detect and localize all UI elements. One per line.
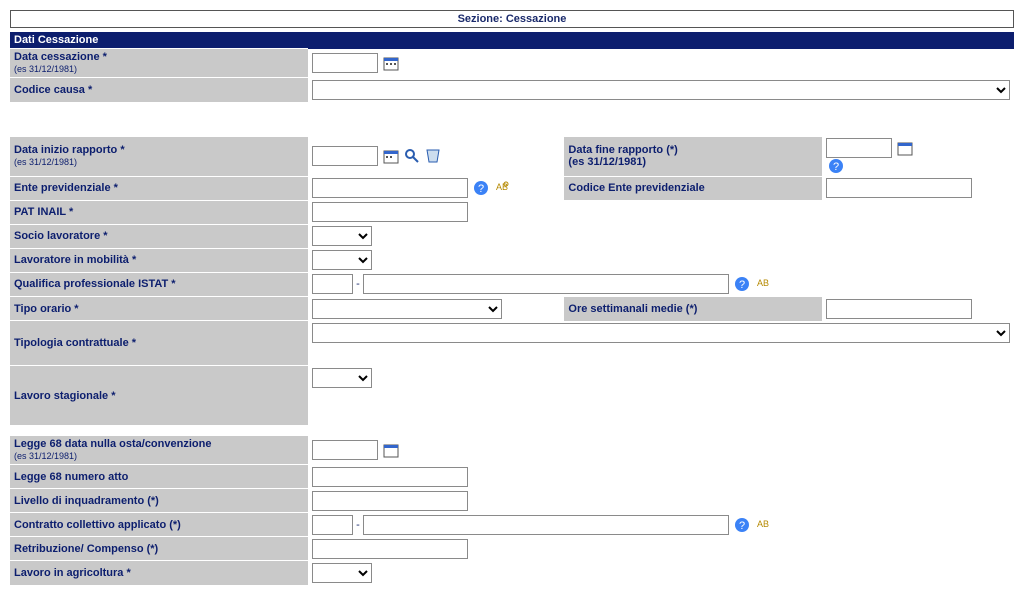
calendar-icon[interactable] — [897, 140, 913, 156]
label-hint: (es 31/12/1981) — [14, 64, 77, 74]
data-cessazione-input[interactable] — [312, 53, 378, 73]
label-data-inizio: Data inizio rapporto * (es 31/12/1981) — [10, 136, 308, 176]
qualifica-desc-input[interactable] — [363, 274, 729, 294]
codice-ente-prev-input[interactable] — [826, 178, 972, 198]
qualifica-code-input[interactable] — [312, 274, 353, 294]
label-contratto: Contratto collettivo applicato (*) — [10, 513, 308, 537]
label-codice-ente-prev: Codice Ente previdenziale — [564, 176, 822, 200]
tipologia-select[interactable] — [312, 323, 1010, 343]
label-pat-inail: PAT INAIL * — [10, 200, 308, 224]
svg-text:B: B — [763, 278, 769, 288]
spell-icon[interactable]: AB — [755, 517, 771, 533]
label-mobilita: Lavoratore in mobilità * — [10, 248, 308, 272]
calendar-icon[interactable] — [383, 148, 399, 164]
data-inizio-input[interactable] — [312, 146, 378, 166]
svg-text:B: B — [763, 519, 769, 529]
livello-input[interactable] — [312, 491, 468, 511]
search-icon[interactable] — [404, 148, 420, 164]
label-hint: (es 31/12/1981) — [14, 451, 77, 461]
ore-sett-input[interactable] — [826, 299, 972, 319]
svg-text:?: ? — [833, 161, 839, 173]
pat-inail-input[interactable] — [312, 202, 468, 222]
contratto-desc-input[interactable] — [363, 515, 729, 535]
form-table: Dati Cessazione Data cessazione * (es 31… — [10, 32, 1014, 585]
label-agricoltura: Lavoro in agricoltura * — [10, 561, 308, 585]
separator-dash: - — [356, 278, 360, 290]
label-legge68-data: Legge 68 data nulla osta/convenzione (es… — [10, 436, 308, 465]
label-codice-causa: Codice causa * — [10, 78, 308, 102]
label-tipologia: Tipologia contrattuale * — [10, 321, 308, 366]
label-qualifica: Qualifica professionale ISTAT * — [10, 272, 308, 297]
label-hint: (es 31/12/1981) — [568, 156, 646, 168]
help-icon[interactable]: ? — [734, 276, 750, 292]
section-title: Sezione: Cessazione — [10, 10, 1014, 28]
calendar-icon[interactable] — [383, 55, 399, 71]
codice-causa-select[interactable] — [312, 80, 1010, 100]
svg-text:?: ? — [478, 183, 484, 195]
label-text: Data inizio rapporto * — [14, 144, 125, 156]
legge68-data-input[interactable] — [312, 440, 378, 460]
calendar-icon[interactable] — [383, 442, 399, 458]
label-tipo-orario: Tipo orario * — [10, 297, 308, 321]
stagionale-select[interactable] — [312, 368, 372, 388]
socio-select[interactable] — [312, 226, 372, 246]
separator-dash: - — [356, 519, 360, 531]
label-data-cessazione: Data cessazione * (es 31/12/1981) — [10, 49, 308, 78]
svg-text:?: ? — [739, 520, 745, 532]
spell-icon[interactable]: AB — [494, 180, 510, 196]
data-fine-input[interactable] — [826, 138, 892, 158]
agricoltura-select[interactable] — [312, 563, 372, 583]
retribuzione-input[interactable] — [312, 539, 468, 559]
help-icon[interactable]: ? — [473, 180, 489, 196]
legge68-num-input[interactable] — [312, 467, 468, 487]
help-icon[interactable]: ? — [734, 517, 750, 533]
label-hint: (es 31/12/1981) — [14, 157, 77, 167]
label-retribuzione: Retribuzione/ Compenso (*) — [10, 537, 308, 561]
label-livello: Livello di inquadramento (*) — [10, 489, 308, 513]
label-text: Data fine rapporto (*) — [568, 144, 677, 156]
label-text: Data cessazione * — [14, 51, 107, 63]
label-data-fine: Data fine rapporto (*) (es 31/12/1981) — [564, 136, 822, 176]
svg-text:B: B — [502, 182, 508, 192]
label-socio: Socio lavoratore * — [10, 224, 308, 248]
label-stagionale: Lavoro stagionale * — [10, 366, 308, 426]
clear-icon[interactable] — [425, 148, 441, 164]
label-ore-sett: Ore settimanali medie (*) — [564, 297, 822, 321]
label-text: Legge 68 data nulla osta/convenzione — [14, 438, 211, 450]
group-header-dati-cessazione: Dati Cessazione — [10, 32, 1014, 49]
spell-icon[interactable]: AB — [755, 276, 771, 292]
help-icon[interactable]: ? — [828, 158, 844, 174]
mobilita-select[interactable] — [312, 250, 372, 270]
label-ente-prev: Ente previdenziale * — [10, 176, 308, 200]
label-legge68-num: Legge 68 numero atto — [10, 465, 308, 489]
tipo-orario-select[interactable] — [312, 299, 502, 319]
ente-prev-input[interactable] — [312, 178, 468, 198]
svg-text:?: ? — [739, 279, 745, 291]
contratto-code-input[interactable] — [312, 515, 353, 535]
